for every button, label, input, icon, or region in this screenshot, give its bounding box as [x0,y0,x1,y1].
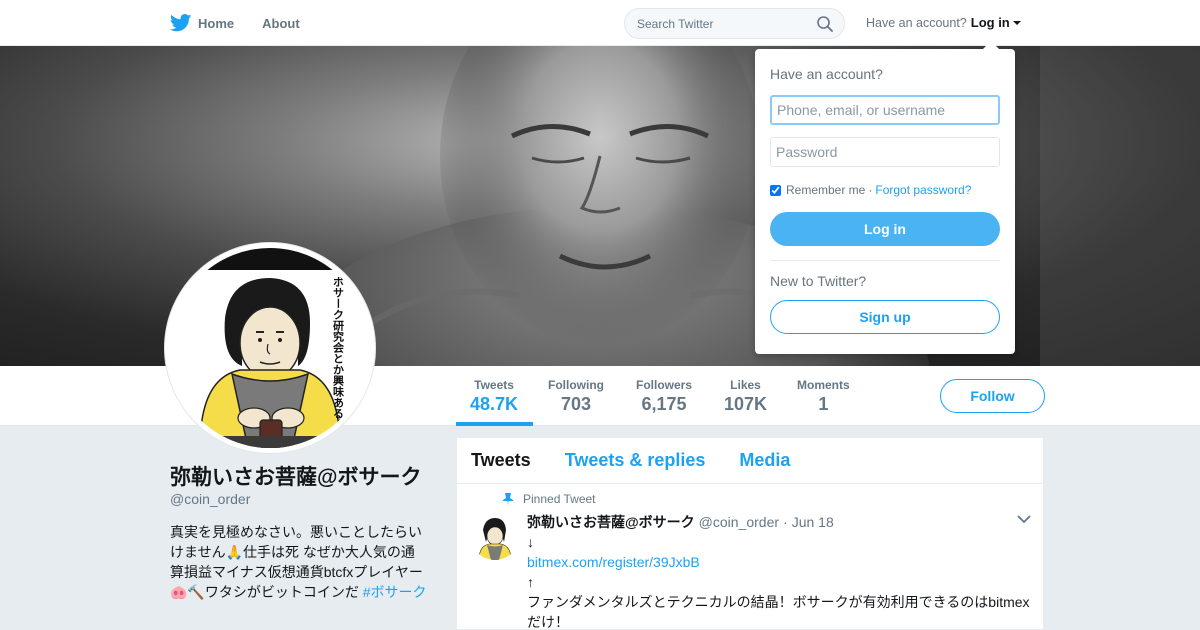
stat-moments-label: Moments [797,378,850,392]
timeline-tabs: Tweets Tweets & replies Media [457,438,1043,484]
avatar-caption: ボサーク研究会とか興味ある？ [332,276,345,430]
tweet-line-arrow-down: ↓ [527,534,534,550]
active-stat-underline [456,422,533,426]
nav-left-group: Home About [170,0,328,46]
account-area: Have an account? Log in [866,15,1021,30]
follow-button[interactable]: Follow [940,379,1045,413]
account-prompt: Have an account? [866,15,967,30]
tweet-avatar[interactable] [471,512,519,560]
dropdown-divider [770,260,1000,261]
search-box [624,8,845,39]
timeline: Tweets Tweets & replies Media Pinned Twe… [456,437,1044,630]
tweet-text: ファンダメンタルズとテクニカルの結晶！ボサークが有効利用できるのはbitmexだ… [527,594,1030,630]
new-to-twitter-prompt: New to Twitter? [770,273,867,289]
pinned-label: Pinned Tweet [523,492,596,506]
tweet-body: ↓ bitmex.com/register/39JxbB ↑ ファンダメンタルズ… [527,532,1035,630]
chevron-down-icon[interactable] [1017,514,1031,524]
profile-name[interactable]: 弥勒いさお菩薩@ボサーク [170,461,421,491]
bio-hashtag-link[interactable]: #ボサーク [363,584,427,600]
stat-tweets-label: Tweets [474,378,514,392]
tab-media[interactable]: Media [739,450,790,471]
stat-following-value: 703 [560,394,592,414]
nav-home[interactable]: Home [170,14,234,32]
profile-handle[interactable]: @coin_order [170,491,250,507]
stat-likes-value: 107K [724,394,768,414]
tweet-dot-separator: · [783,514,788,530]
tweet-author-handle[interactable]: @coin_order [699,514,779,530]
login-dropdown: Have an account? Remember me · Forgot pa… [755,41,1015,354]
stat-following-label: Following [548,378,604,392]
profile-avatar[interactable]: ボサーク研究会とか興味ある？ [165,243,375,453]
login-button[interactable]: Log in [770,212,1000,246]
tab-tweets-and-replies[interactable]: Tweets & replies [565,450,706,471]
remember-me-checkbox[interactable] [770,184,781,196]
stat-likes-label: Likes [730,378,761,392]
nav-about-label: About [262,15,300,31]
avatar-illustration: ボサーク研究会とか興味ある？ [170,248,370,448]
pinned-indicator: Pinned Tweet [503,492,596,506]
stat-tweets-value: 48.7K [470,394,519,414]
caret-down-icon[interactable] [1012,20,1021,25]
signup-button[interactable]: Sign up [770,300,1000,334]
search-input[interactable] [625,9,805,38]
tab-tweets[interactable]: Tweets [471,450,531,471]
tweet-timestamp[interactable]: Jun 18 [792,514,834,530]
tweet-avatar-illustration [471,512,519,560]
login-dropdown-title: Have an account? [770,66,883,82]
tweet-header: 弥勒いさお菩薩@ボサーク @coin_order · Jun 18 [527,512,834,532]
tweet-line-arrow-up: ↑ [527,574,534,590]
password-field[interactable] [770,137,1000,167]
remember-separator: · [868,183,873,197]
stat-likes[interactable]: Likes 107K [724,378,767,415]
stat-followers[interactable]: Followers 6,175 [636,378,692,415]
login-dropdown-toggle[interactable]: Log in [971,15,1010,30]
profile-bio: 真実を見極めなさい。悪いことしたらいけません🙏仕手は死 なぜか大人気の通算損益マ… [170,522,428,602]
remember-me-label[interactable]: Remember me [786,183,865,197]
nav-about[interactable]: About [262,16,300,31]
stat-moments[interactable]: Moments 1 [797,378,850,415]
remember-row: Remember me · Forgot password? [770,183,971,197]
stat-following[interactable]: Following 703 [548,378,604,415]
pin-icon [503,493,513,505]
username-field[interactable] [770,95,1000,125]
tweet-link[interactable]: bitmex.com/register/39JxbB [527,552,1035,572]
forgot-password-link[interactable]: Forgot password? [875,183,971,197]
twitter-bird-icon [170,14,192,32]
top-navigation-bar: Home About Have an account? Log in [0,0,1200,46]
nav-home-label: Home [198,15,235,31]
search-icon[interactable] [817,16,833,32]
tweet-author-name[interactable]: 弥勒いさお菩薩@ボサーク [527,512,695,532]
stat-followers-label: Followers [636,378,693,392]
stat-followers-value: 6,175 [641,394,687,414]
stat-tweets[interactable]: Tweets 48.7K [470,378,518,415]
pinned-tweet[interactable]: Pinned Tweet 弥勒いさお菩薩@ボサーク @coin_order · … [457,484,1043,630]
stat-moments-value: 1 [818,394,829,414]
